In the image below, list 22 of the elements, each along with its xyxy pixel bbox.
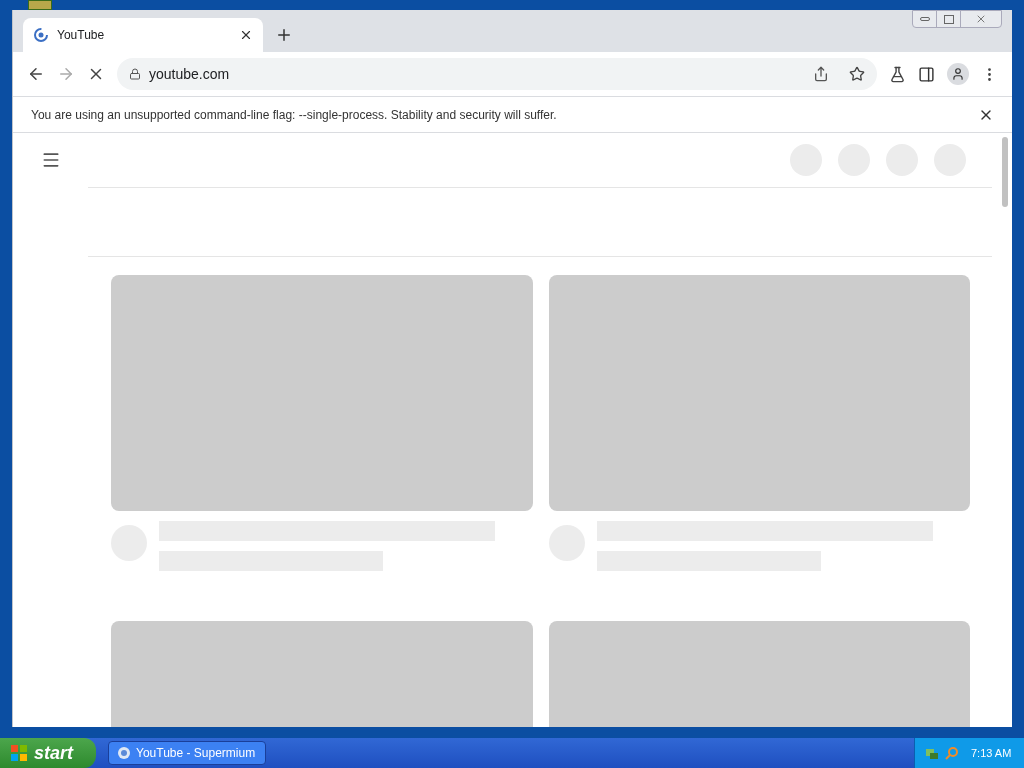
profile-icon[interactable] xyxy=(947,63,969,85)
clock: 7:13 AM xyxy=(971,745,1012,761)
address-bar[interactable]: youtube.com xyxy=(117,58,877,90)
browser-tab[interactable]: YouTube xyxy=(23,18,263,52)
new-tab-icon[interactable] xyxy=(275,26,293,44)
browser-icon xyxy=(117,746,131,760)
taskbar-button[interactable]: YouTube - Supermium xyxy=(108,741,266,765)
start-button[interactable]: start xyxy=(0,738,96,768)
bookmark-star-icon[interactable] xyxy=(849,66,865,82)
share-icon[interactable] xyxy=(813,66,829,82)
lock-icon xyxy=(129,68,141,80)
back-icon[interactable] xyxy=(27,65,45,83)
desktop-icon[interactable] xyxy=(28,0,52,10)
side-panel-icon[interactable] xyxy=(918,65,935,83)
menu-icon[interactable] xyxy=(41,150,61,170)
windows-logo-icon xyxy=(10,744,28,762)
tab-title: YouTube xyxy=(57,27,106,44)
flask-icon[interactable] xyxy=(889,65,906,83)
scrollbar-thumb[interactable] xyxy=(1002,137,1008,207)
loading-icon xyxy=(33,27,49,43)
close-icon[interactable] xyxy=(239,28,253,42)
warning-message: You are using an unsupported command-line flag: --single-process. Stability and security will suffer. xyxy=(31,106,558,124)
